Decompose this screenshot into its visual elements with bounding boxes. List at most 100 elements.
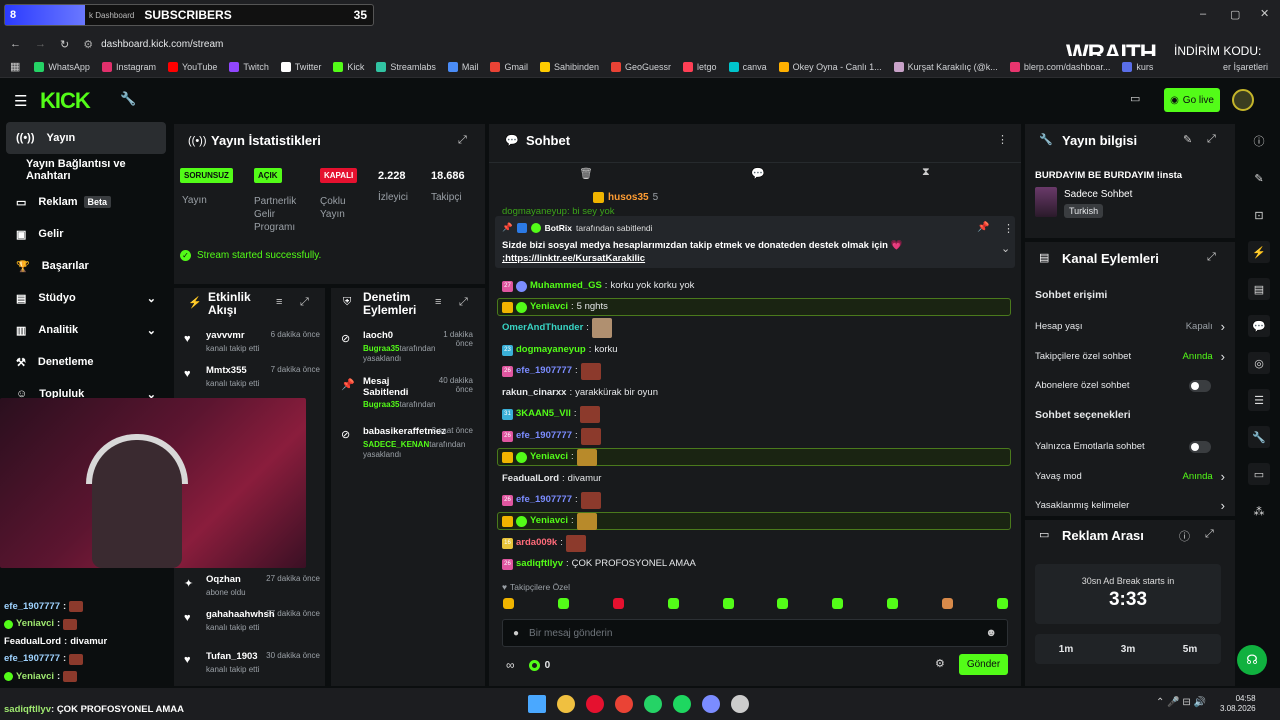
bookmark-item[interactable]: Twitter xyxy=(280,61,321,72)
chat-username[interactable]: FeadualLord xyxy=(502,473,559,485)
sidebar-item-analytics[interactable]: ▥ Analitik ⌄ xyxy=(0,314,172,346)
sidebar-item-moderation[interactable]: ⚒ Denetleme xyxy=(0,346,172,378)
unpin-icon[interactable]: 📌 xyxy=(977,222,989,233)
moderation-target[interactable]: laoch0 xyxy=(363,330,425,341)
setting-toggle[interactable] xyxy=(1189,379,1211,392)
bookmark-item[interactable]: Instagram xyxy=(101,61,156,72)
popout-icon[interactable]: ⤢ xyxy=(459,296,468,309)
info-icon[interactable]: ⓘ xyxy=(1248,130,1270,152)
edit-icon[interactable]: ✎ xyxy=(1248,167,1270,189)
bookmark-item[interactable]: Okey Oyna - Canlı 1... xyxy=(778,61,882,72)
file-explorer-icon[interactable] xyxy=(557,695,575,713)
emoji-picker-icon[interactable]: ☻ xyxy=(985,627,997,639)
quick-emote[interactable] xyxy=(832,598,844,609)
bookmark-item[interactable]: Sahibinden xyxy=(539,61,599,72)
back-icon[interactable]: ← xyxy=(10,38,21,50)
quick-emote[interactable] xyxy=(777,598,789,609)
bookmark-item[interactable]: YouTube xyxy=(167,61,217,72)
tray-icons[interactable]: ⌃ 🎤 ⊟ 🔊 xyxy=(1156,697,1206,708)
forward-icon[interactable]: → xyxy=(35,38,46,50)
windows-start-icon[interactable] xyxy=(528,695,546,713)
wrench-icon[interactable]: 🔧 xyxy=(1248,426,1270,448)
settings-icon[interactable]: ⚙ xyxy=(935,657,945,670)
activity-user[interactable]: yavvvmr xyxy=(206,330,245,341)
sidebar-item-revenue[interactable]: ▣ Gelir xyxy=(0,218,172,250)
channel-setting-row[interactable]: Hesap yaşı Kapalı › xyxy=(1035,312,1225,342)
trash-icon[interactable]: 🗑 xyxy=(579,167,593,180)
clock[interactable]: 04:58 3.08.2026 xyxy=(1220,694,1256,714)
chat-username[interactable]: 3KAAN5_Vll xyxy=(516,408,571,420)
bolt-icon[interactable]: ⚡ xyxy=(1248,241,1270,263)
edit-icon[interactable]: ✎ xyxy=(1183,133,1192,146)
channel-setting-row[interactable]: Yasaklanmış kelimeler › xyxy=(1035,491,1225,521)
pinned-link[interactable]: ;https://linktr.ee/KursatKarakilic xyxy=(502,253,645,265)
quick-emote[interactable] xyxy=(996,598,1008,609)
obs-icon[interactable] xyxy=(731,695,749,713)
crop-icon[interactable]: ⊡ xyxy=(1248,204,1270,226)
community-icon[interactable]: ⁂ xyxy=(1248,500,1270,522)
menu-icon[interactable]: ☰ xyxy=(14,92,27,110)
maximize-icon[interactable]: ▢ xyxy=(1230,8,1240,21)
chat-username[interactable]: Yeniavci xyxy=(530,451,568,463)
url-field[interactable]: dashboard.kick.com/stream xyxy=(101,39,223,50)
ad-option-5m[interactable]: 5m xyxy=(1183,644,1197,655)
bookmark-item[interactable]: Twitch xyxy=(229,61,269,72)
kick-logo[interactable]: KICK xyxy=(40,88,91,114)
bookmark-item[interactable]: kurs xyxy=(1122,61,1153,72)
avatar[interactable] xyxy=(1232,89,1254,111)
apps-grid-icon[interactable]: ▦ xyxy=(10,60,20,73)
channel-setting-row[interactable]: Yalnızca Emotlarla sohbet xyxy=(1035,432,1225,462)
quick-emote[interactable] xyxy=(612,598,624,609)
info-icon[interactable]: ⓘ xyxy=(1179,528,1190,544)
collapse-chevron-icon[interactable]: ⌄ xyxy=(1001,242,1010,255)
chat-icon[interactable]: 💬 xyxy=(1248,315,1270,337)
reload-icon[interactable]: ↻ xyxy=(60,38,69,51)
setting-toggle[interactable] xyxy=(1189,440,1211,453)
activity-user[interactable]: Tufan_1903 xyxy=(206,651,258,662)
sidebar-item-studio[interactable]: ▤ Stüdyo ⌄ xyxy=(0,282,172,314)
chat-username[interactable]: dogmayaneyup xyxy=(516,344,586,356)
channel-setting-row[interactable]: Abonelere özel sohbet xyxy=(1035,371,1225,401)
ad-option-1m[interactable]: 1m xyxy=(1059,644,1073,655)
moderator-name[interactable]: Bugraa35 xyxy=(363,400,399,409)
chat-username[interactable]: sadiqftllyv xyxy=(516,558,563,570)
infinity-icon[interactable]: ∞ xyxy=(506,658,515,672)
moderation-target[interactable]: babasikeraffetmez xyxy=(363,426,446,437)
chat-username[interactable]: Muhammed_GS xyxy=(530,280,602,292)
channel-points[interactable]: 0 xyxy=(528,659,550,671)
minimize-icon[interactable]: – xyxy=(1200,8,1206,20)
chat-username[interactable]: rakun_cinarxx xyxy=(502,387,566,399)
popout-icon[interactable]: ⤢ xyxy=(458,134,467,147)
quick-emote[interactable] xyxy=(557,598,569,609)
chat-icon[interactable]: 💬 xyxy=(751,167,765,180)
site-info-icon[interactable]: ⚙ xyxy=(83,38,93,51)
wrench-icon[interactable]: 🔧 xyxy=(120,91,136,107)
doc-icon[interactable]: ▤ xyxy=(1248,278,1270,300)
window-icon[interactable]: ▭ xyxy=(1248,463,1270,485)
more-options-icon[interactable]: ⋮ xyxy=(997,133,1008,146)
activity-user[interactable]: Oqzhan xyxy=(206,574,241,585)
all-bookmarks-link[interactable]: er İşaretleri xyxy=(1223,62,1268,72)
browser-tab-title[interactable]: k Dashboard xyxy=(89,11,134,20)
channel-setting-row[interactable]: Takipçilere özel sohbet Anında › xyxy=(1035,342,1225,372)
bookmark-item[interactable]: Gmail xyxy=(490,61,528,72)
filter-icon[interactable]: ≡ xyxy=(276,296,282,308)
close-icon[interactable]: ✕ xyxy=(1260,7,1269,20)
bookmark-item[interactable]: canva xyxy=(728,61,767,72)
bookmark-item[interactable]: Mail xyxy=(447,61,478,72)
bookmark-item[interactable]: WhatsApp xyxy=(34,61,90,72)
sidebar-item-ads[interactable]: ▭ Reklam Beta xyxy=(0,186,172,218)
chat-username[interactable]: efe_1907777 xyxy=(516,430,572,442)
spotify-icon[interactable] xyxy=(673,695,691,713)
category-name[interactable]: Sadece Sohbet xyxy=(1064,189,1132,200)
sidebar-item-stream-key[interactable]: Yayın Bağlantısı ve Anahtarı xyxy=(0,154,172,186)
go-live-button[interactable]: ◉ Go live xyxy=(1164,88,1220,112)
bookmark-item[interactable]: GeoGuessr xyxy=(611,61,671,72)
popout-icon[interactable]: ⤢ xyxy=(1207,251,1216,264)
discord-icon[interactable] xyxy=(702,695,720,713)
sidebar-item-yayin[interactable]: ((•)) Yayın xyxy=(6,122,166,154)
chat-username[interactable]: efe_1907777 xyxy=(516,365,572,377)
whatsapp-icon[interactable] xyxy=(644,695,662,713)
broadcast-icon[interactable]: ◎ xyxy=(1248,352,1270,374)
bookmark-item[interactable]: letgo xyxy=(683,61,717,72)
